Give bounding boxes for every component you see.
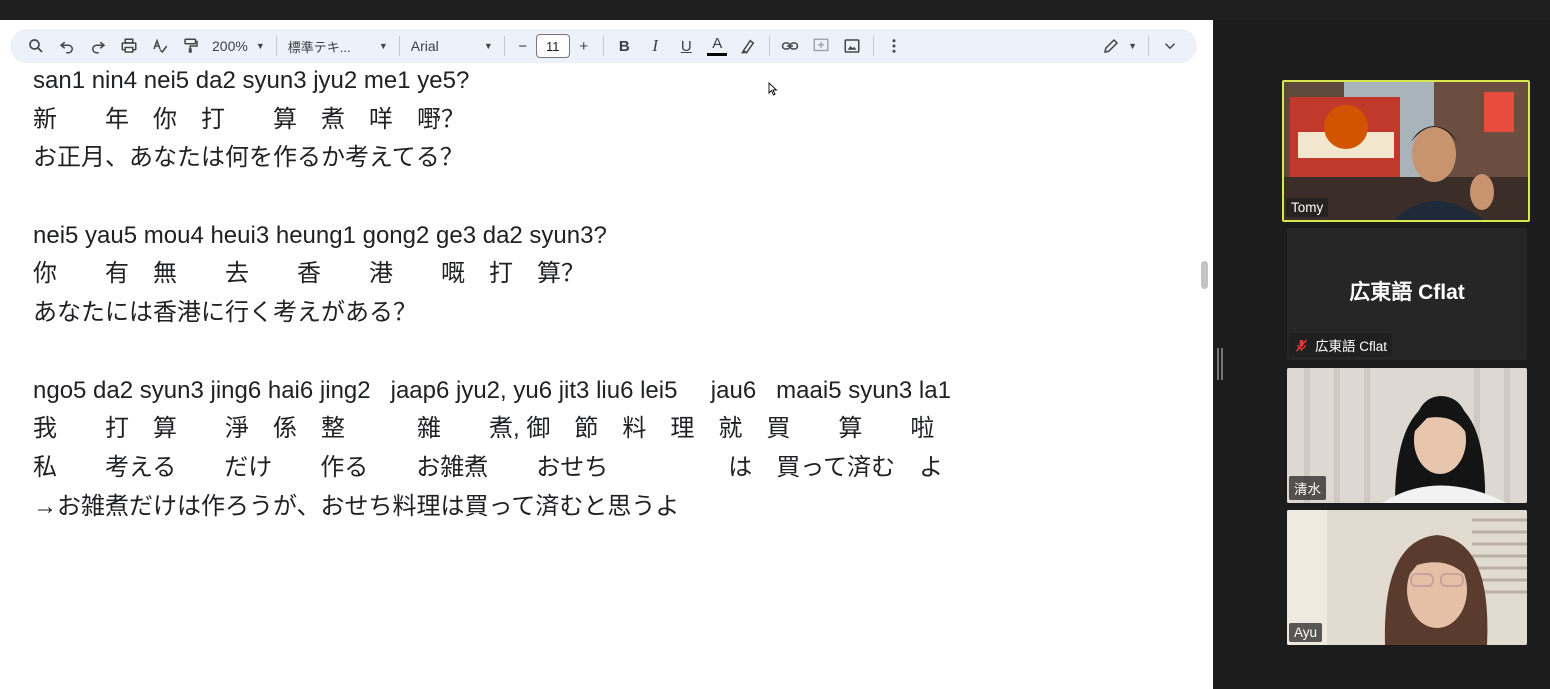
text-color-swatch [707, 52, 728, 56]
participant-video [1287, 510, 1527, 645]
print-icon[interactable] [113, 32, 144, 60]
minus-icon: − [518, 37, 528, 55]
undo-icon[interactable] [51, 32, 82, 60]
participant-label-cflat: 広東語 Cflat [1289, 333, 1393, 357]
zoom-select[interactable]: 200% ▼ [206, 32, 271, 60]
toolbar-divider [503, 36, 505, 56]
plus-icon: + [579, 37, 589, 55]
video-tile-ayu[interactable]: Ayu [1287, 510, 1527, 645]
document-line: nei5 yau5 mou4 heui3 heung1 gong2 ge3 da… [33, 221, 607, 249]
chevron-down-icon: ▼ [483, 41, 493, 51]
search-menus-icon[interactable] [20, 32, 51, 60]
decrease-font-size-button[interactable]: − [510, 32, 536, 60]
video-tile-shimizu[interactable]: 清水 [1287, 368, 1527, 503]
window-top-bar [0, 0, 1550, 20]
more-options-icon[interactable] [879, 32, 910, 60]
document-pane[interactable]: 200% ▼ 標準テキ... ▼ Arial ▼ − 11 + B I U A … [0, 20, 1213, 689]
participant-name-tomy: Tomy [1286, 198, 1329, 217]
text-color-icon: A [712, 34, 723, 52]
document-line: 私 考える だけ 作る お雑煮 おせち は 買って済む よ [33, 453, 944, 481]
toolbar-divider [768, 36, 770, 56]
chevron-down-icon: ▼ [255, 41, 265, 51]
insert-link-icon[interactable] [775, 32, 806, 60]
chevron-down-icon: ▼ [1128, 41, 1137, 51]
paint-format-icon[interactable] [175, 32, 206, 60]
redo-icon[interactable] [82, 32, 113, 60]
spellcheck-icon[interactable] [144, 32, 175, 60]
increase-font-size-button[interactable]: + [570, 32, 598, 60]
underline-icon: U [680, 37, 692, 55]
add-comment-icon[interactable] [806, 32, 837, 60]
document-line: 新 年 你 打 算 煮 咩 嘢？ [33, 105, 465, 133]
zoom-value: 200% [212, 38, 248, 54]
underline-button[interactable]: U [671, 32, 702, 60]
font-family-select[interactable]: Arial ▼ [405, 32, 499, 60]
document-line: ngo5 da2 syun3 jing6 hai6 jing2 jaap6 jy… [33, 376, 951, 404]
insert-image-icon[interactable] [837, 32, 868, 60]
scrollbar-thumb[interactable] [1201, 261, 1208, 289]
paragraph-style-value: 標準テキ... [287, 39, 351, 55]
participant-name-ayu: Ayu [1289, 623, 1323, 642]
editing-mode-select[interactable]: ▼ [1096, 32, 1143, 60]
participant-name-cflat: 広東語 Cflat [1315, 339, 1388, 354]
paragraph-style-select[interactable]: 標準テキ... ▼ [282, 32, 394, 60]
video-tile-cflat[interactable]: 広東語 Cflat 広東語 Cflat [1287, 228, 1527, 360]
document-line: お正月、あなたは何を作るか考えてる？ [33, 144, 464, 172]
highlighter-icon [741, 39, 755, 54]
panel-resize-handle[interactable] [1217, 348, 1223, 380]
document-line: 你 有 無 去 香 港 嘅 打 算？ [33, 260, 585, 288]
toolbar-divider [602, 36, 604, 56]
document-line: 我 打 算 淨 係 整 雜 煮, 御 節 料 理 就 買 算 啦 [33, 415, 935, 443]
pencil-icon [1104, 38, 1119, 53]
document-line: san1 nin4 nei5 da2 syun3 jyu2 me1 ye5? [33, 67, 470, 94]
chevron-down-icon: ▼ [378, 41, 388, 51]
font-family-value: Arial [410, 38, 439, 54]
mouse-cursor-icon [768, 82, 778, 96]
italic-icon: I [652, 36, 659, 55]
mic-muted-icon [1295, 338, 1308, 352]
highlight-color-button[interactable] [733, 32, 764, 60]
toolbar-divider [1148, 36, 1149, 56]
hide-menus-icon[interactable] [1154, 32, 1185, 60]
editor-toolbar: 200% ▼ 標準テキ... ▼ Arial ▼ − 11 + B I U A … [10, 29, 1197, 63]
toolbar-divider [398, 36, 400, 56]
text-color-button[interactable]: A [702, 32, 733, 60]
document-body[interactable]: san1 nin4 nei5 da2 syun3 jyu2 me1 ye5? 新… [33, 62, 1183, 526]
video-tile-tomy[interactable]: Tomy [1282, 80, 1530, 222]
bold-icon: B [618, 37, 630, 55]
participant-placeholder-name: 広東語 Cflat [1349, 281, 1465, 304]
document-line: →お雑煮だけは作ろうが、おせち料理は買って済むと思うよ [33, 492, 680, 520]
document-line: あなたには香港に行く考えがある？ [33, 299, 417, 327]
font-size-input[interactable]: 11 [535, 34, 570, 58]
participant-name-shimizu: 清水 [1289, 476, 1326, 500]
toolbar-divider [872, 36, 874, 56]
italic-button[interactable]: I [640, 32, 671, 60]
toolbar-divider [275, 36, 277, 56]
font-size-value: 11 [545, 38, 560, 54]
bold-button[interactable]: B [609, 32, 640, 60]
